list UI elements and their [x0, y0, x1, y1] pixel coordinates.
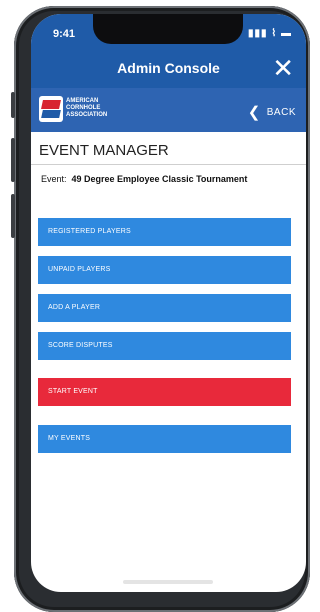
- chevron-left-icon: ❮: [247, 104, 261, 121]
- side-button-mute: [11, 92, 15, 118]
- navigation-bar: AMERICAN CORNHOLE ASSOCIATION ❮ BACK: [31, 88, 306, 132]
- notch: [93, 14, 243, 44]
- side-button-volume-up: [11, 138, 15, 182]
- signal-wifi-battery-icons: ▮▮▮ ⌇ ▬: [248, 28, 292, 39]
- status-time: 9:41: [53, 28, 76, 40]
- logo-line-2: CORNHOLE: [66, 105, 101, 111]
- title-bar: Admin Console ✕: [31, 50, 306, 88]
- registered-players-button[interactable]: REGISTERED PLAYERS: [38, 218, 291, 246]
- close-icon[interactable]: ✕: [272, 54, 294, 82]
- event-info: Event: 49 Degree Employee Classic Tournam…: [41, 174, 247, 184]
- unpaid-players-button[interactable]: UNPAID PLAYERS: [38, 256, 291, 284]
- my-events-button[interactable]: MY EVENTS: [38, 425, 291, 453]
- divider: [31, 164, 306, 165]
- start-event-button[interactable]: START EVENT: [38, 378, 291, 406]
- status-bar: 9:41 ▮▮▮ ⌇ ▬: [31, 14, 306, 50]
- aca-logo: AMERICAN CORNHOLE ASSOCIATION: [39, 96, 119, 124]
- side-button-volume-down: [11, 194, 15, 238]
- logo-line-3: ASSOCIATION: [66, 112, 108, 118]
- event-name: 49 Degree Employee Classic Tournament: [71, 174, 248, 184]
- back-label: BACK: [266, 107, 296, 118]
- app-title: Admin Console: [117, 60, 220, 76]
- logo-line-1: AMERICAN: [66, 98, 99, 104]
- aca-logo-badge: [39, 96, 63, 122]
- score-disputes-button[interactable]: SCORE DISPUTES: [38, 332, 291, 360]
- home-indicator[interactable]: [123, 580, 213, 584]
- add-player-button[interactable]: ADD A PLAYER: [38, 294, 291, 322]
- aca-logo-text: AMERICAN CORNHOLE ASSOCIATION: [66, 98, 107, 119]
- page-title: EVENT MANAGER: [39, 142, 169, 159]
- back-button[interactable]: ❮ BACK: [248, 103, 296, 121]
- app-screen: 9:41 ▮▮▮ ⌇ ▬ Admin Console ✕ AMERICAN CO…: [31, 14, 306, 592]
- status-icons: ▮▮▮ ⌇ ▬: [248, 28, 292, 39]
- event-label: Event:: [41, 174, 67, 184]
